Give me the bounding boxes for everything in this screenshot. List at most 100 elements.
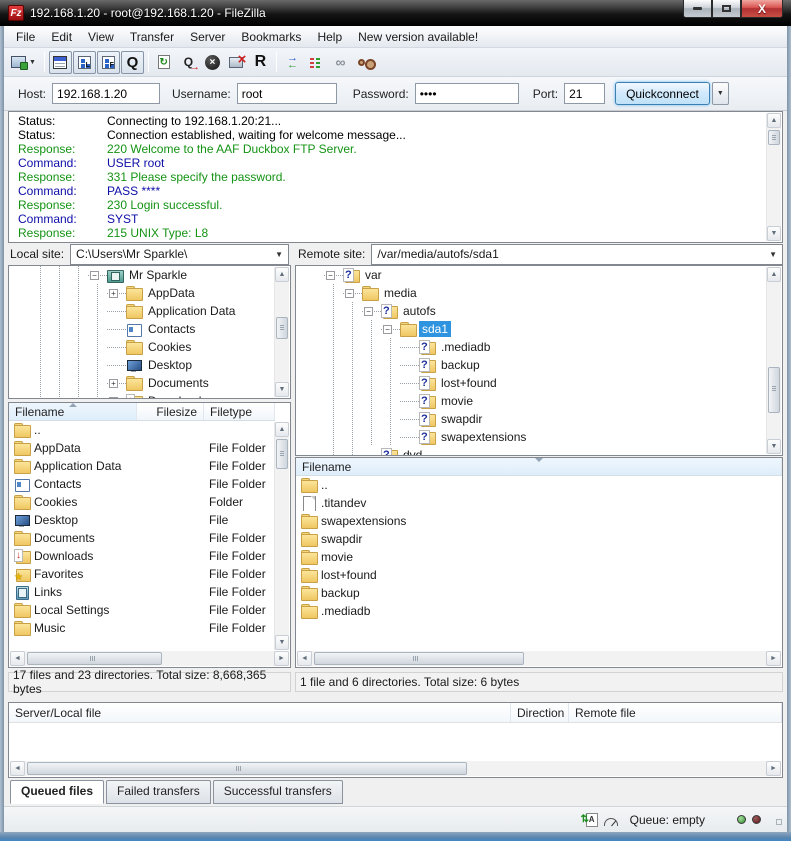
tree-item-var[interactable]: −var xyxy=(324,266,782,284)
scroll-left-arrow[interactable]: ◄ xyxy=(10,651,25,666)
tab-successful-transfers[interactable]: Successful transfers xyxy=(213,780,343,804)
tree-item-application-data[interactable]: Application Data xyxy=(31,302,290,320)
file-row-appdata[interactable]: AppDataFile Folder xyxy=(9,439,290,457)
tree-item--mediadb[interactable]: .mediadb xyxy=(324,338,782,356)
site-manager-button[interactable]: ▼ xyxy=(10,51,40,74)
toggle-log-button[interactable] xyxy=(49,51,72,74)
queue-hscroll-thumb[interactable] xyxy=(27,762,467,775)
expand-expander[interactable]: + xyxy=(109,397,118,400)
menu-item-transfer[interactable]: Transfer xyxy=(122,27,182,47)
scroll-right-arrow[interactable]: ► xyxy=(274,651,289,666)
scroll-right-arrow[interactable]: ► xyxy=(766,651,781,666)
menu-item-server[interactable]: Server xyxy=(182,27,233,47)
file-row-lost-found[interactable]: lost+found xyxy=(296,566,782,584)
menu-item-file[interactable]: File xyxy=(8,27,43,47)
column-header-filesize[interactable]: Filesize xyxy=(137,403,204,420)
scroll-up-arrow[interactable]: ▲ xyxy=(767,267,781,282)
menu-item-edit[interactable]: Edit xyxy=(43,27,80,47)
tab-failed-transfers[interactable]: Failed transfers xyxy=(106,780,211,804)
tree-item-media[interactable]: −media xyxy=(324,284,782,302)
local-site-combo[interactable]: C:\Users\Mr Sparkle\ ▼ xyxy=(70,244,289,265)
toggle-local-tree-button[interactable]: L xyxy=(73,51,96,74)
file-row-documents[interactable]: DocumentsFile Folder xyxy=(9,529,290,547)
file-row-cookies[interactable]: CookiesFolder xyxy=(9,493,290,511)
remote-site-combo[interactable]: /var/media/autofs/sda1 ▼ xyxy=(371,244,783,265)
resize-grip[interactable] xyxy=(777,820,781,824)
local-tree-scroll-thumb[interactable] xyxy=(276,317,288,339)
tree-item-swapdir[interactable]: swapdir xyxy=(324,410,782,428)
remote-tree-vertical-scrollbar[interactable]: ▲ ▼ xyxy=(766,267,781,454)
queue-column-server-local-file[interactable]: Server/Local file xyxy=(9,703,511,722)
transfer-type-icon[interactable]: A xyxy=(586,813,598,827)
tree-item-contacts[interactable]: Contacts xyxy=(31,320,290,338)
quickconnect-dropdown-button[interactable]: ▼ xyxy=(712,82,729,105)
collapse-expander[interactable]: − xyxy=(364,307,373,316)
tree-item-backup[interactable]: backup xyxy=(324,356,782,374)
tab-queued-files[interactable]: Queued files xyxy=(10,780,104,804)
tree-item-sda1[interactable]: −sda1 xyxy=(324,320,782,338)
file-row-contacts[interactable]: ContactsFile Folder xyxy=(9,475,290,493)
column-header-filename[interactable]: Filename xyxy=(9,403,137,420)
queue-column-remote-file[interactable]: Remote file xyxy=(569,703,782,722)
remote-list-horizontal-scrollbar[interactable]: ◄ ► xyxy=(297,651,781,666)
file-row-favorites[interactable]: FavoritesFile Folder xyxy=(9,565,290,583)
collapse-expander[interactable]: − xyxy=(90,271,99,280)
file-row--[interactable]: .. xyxy=(296,476,782,494)
collapse-expander[interactable]: − xyxy=(326,271,335,280)
expand-expander[interactable]: + xyxy=(109,379,118,388)
cancel-button[interactable]: × xyxy=(201,51,224,74)
refresh-button[interactable] xyxy=(153,51,176,74)
file-row-music[interactable]: MusicFile Folder xyxy=(9,619,290,637)
scroll-down-arrow[interactable]: ▼ xyxy=(767,226,781,241)
tree-item-cookies[interactable]: Cookies xyxy=(31,338,290,356)
speed-limits-icon[interactable] xyxy=(604,818,618,826)
reconnect-button[interactable]: R xyxy=(249,51,272,74)
process-queue-button[interactable]: Q xyxy=(177,51,200,74)
username-input[interactable] xyxy=(237,83,337,104)
expand-expander[interactable]: + xyxy=(109,289,118,298)
maximize-button[interactable] xyxy=(712,0,741,18)
queue-horizontal-scrollbar[interactable]: ◄ ► xyxy=(10,761,781,776)
collapse-expander[interactable]: − xyxy=(383,325,392,334)
file-row--titandev[interactable]: .titandev xyxy=(296,494,782,512)
file-row-links[interactable]: LinksFile Folder xyxy=(9,583,290,601)
host-input[interactable] xyxy=(52,83,160,104)
file-row-backup[interactable]: backup xyxy=(296,584,782,602)
minimize-button[interactable] xyxy=(683,0,712,18)
tree-item-dvd[interactable]: dvd xyxy=(324,446,782,456)
scroll-up-arrow[interactable]: ▲ xyxy=(767,113,781,128)
scroll-down-arrow[interactable]: ▼ xyxy=(275,382,289,397)
scroll-up-arrow[interactable]: ▲ xyxy=(275,422,289,437)
log-vertical-scrollbar[interactable]: ▲ ▼ xyxy=(766,113,781,241)
local-list-vertical-scrollbar[interactable]: ▲ ▼ xyxy=(274,422,289,650)
directory-comparison-button[interactable] xyxy=(305,51,328,74)
column-header-filename[interactable]: Filename xyxy=(296,458,782,475)
menu-item-bookmarks[interactable]: Bookmarks xyxy=(233,27,309,47)
file-row-swapextensions[interactable]: swapextensions xyxy=(296,512,782,530)
menu-item-new-version-available[interactable]: New version available! xyxy=(350,27,486,47)
tree-item-swapextensions[interactable]: swapextensions xyxy=(324,428,782,446)
remote-list-hscroll-thumb[interactable] xyxy=(314,652,524,665)
local-tree-vertical-scrollbar[interactable]: ▲ ▼ xyxy=(274,267,289,397)
collapse-expander[interactable]: − xyxy=(345,289,354,298)
tree-item-lost-found[interactable]: lost+found xyxy=(324,374,782,392)
quickconnect-button[interactable]: Quickconnect xyxy=(615,82,710,105)
local-list-scroll-thumb[interactable] xyxy=(276,439,288,469)
file-row-desktop[interactable]: DesktopFile xyxy=(9,511,290,529)
tree-item-appdata[interactable]: +AppData xyxy=(31,284,290,302)
column-header-filetype[interactable]: Filetype xyxy=(204,403,275,420)
local-list-horizontal-scrollbar[interactable]: ◄ ► xyxy=(10,651,289,666)
find-files-button[interactable] xyxy=(353,51,376,74)
scroll-left-arrow[interactable]: ◄ xyxy=(10,761,25,776)
tree-item-documents[interactable]: +Documents xyxy=(31,374,290,392)
menu-item-view[interactable]: View xyxy=(80,27,122,47)
close-button[interactable]: X xyxy=(741,0,783,18)
tree-item-movie[interactable]: movie xyxy=(324,392,782,410)
tree-item-downloads[interactable]: +Downloads xyxy=(31,392,290,399)
file-row--mediadb[interactable]: .mediadb xyxy=(296,602,782,620)
file-row-swapdir[interactable]: swapdir xyxy=(296,530,782,548)
disconnect-button[interactable] xyxy=(225,51,248,74)
toggle-queue-button[interactable]: Q xyxy=(121,51,144,74)
tree-item-autofs[interactable]: −autofs xyxy=(324,302,782,320)
port-input[interactable] xyxy=(564,83,605,104)
